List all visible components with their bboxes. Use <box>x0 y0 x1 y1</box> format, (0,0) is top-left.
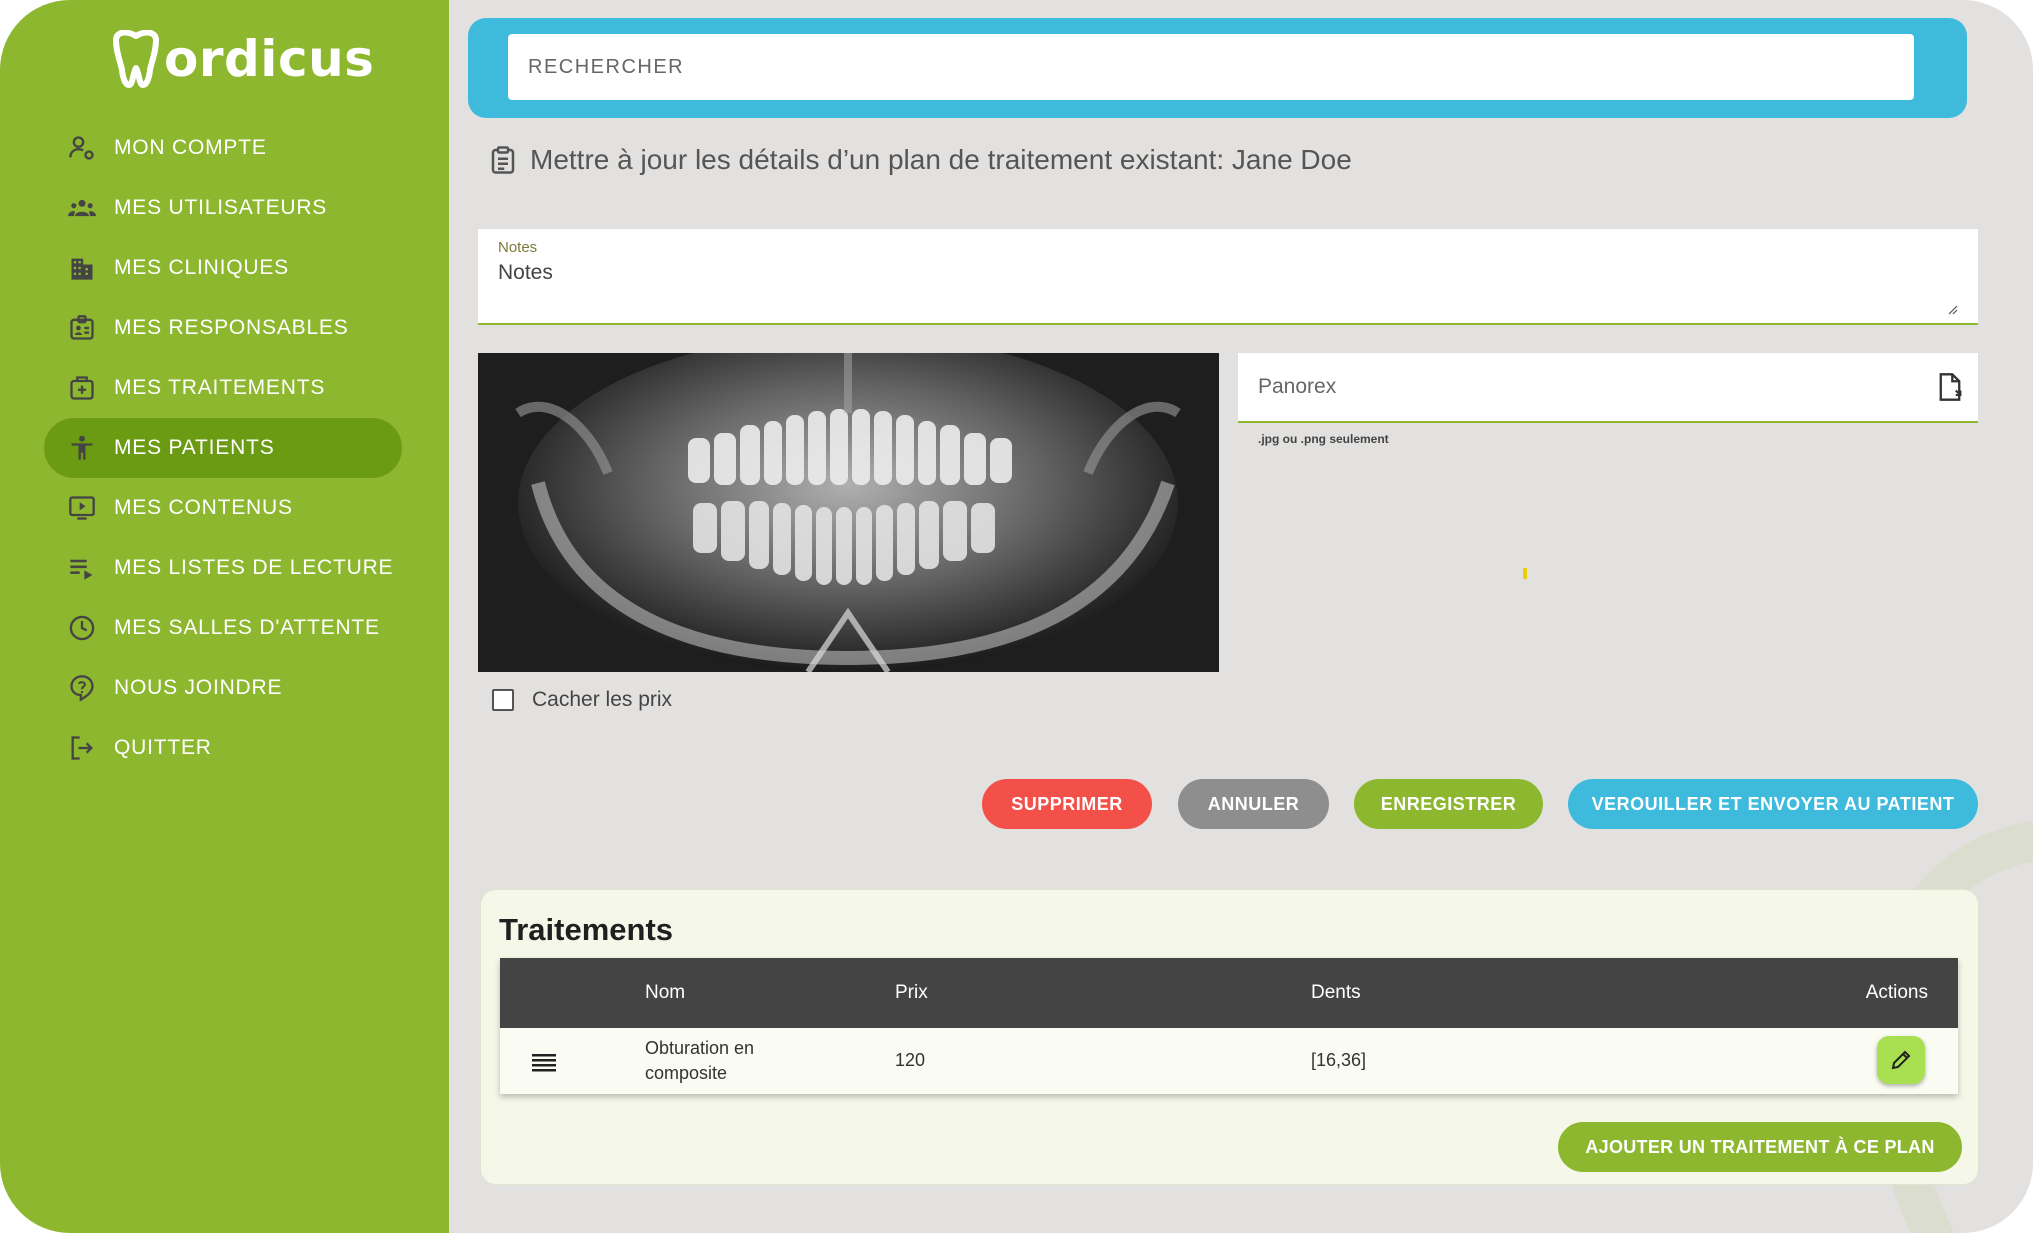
sidebar-item-mon-compte[interactable]: MON COMPTE <box>44 118 402 178</box>
tooth-logo-icon <box>113 30 159 88</box>
hide-prices-checkbox[interactable] <box>492 689 514 711</box>
search-input[interactable]: RECHERCHER <box>508 34 1914 100</box>
building-icon <box>62 253 102 283</box>
sidebar-item-label: NOUS JOINDRE <box>114 676 283 699</box>
sidebar-item-quitter[interactable]: QUITTER <box>44 718 402 778</box>
column-header-nom[interactable]: Nom <box>645 982 685 1004</box>
panorex-image <box>478 353 1219 672</box>
add-treatment-button[interactable]: AJOUTER UN TRAITEMENT À CE PLAN <box>1558 1122 1962 1172</box>
play-screen-icon <box>62 493 102 523</box>
logo-text: ordicus <box>164 30 375 88</box>
playlist-icon <box>62 553 102 583</box>
notes-value[interactable]: Notes <box>498 261 553 285</box>
file-hint: .jpg ou .png seulement <box>1258 432 1389 446</box>
sidebar-item-label: MES CONTENUS <box>114 496 293 519</box>
edit-button[interactable] <box>1877 1036 1925 1084</box>
sidebar-item-label: MES CLINIQUES <box>114 256 289 279</box>
treatments-table: Nom Prix Dents Actions Obturation en com… <box>500 958 1958 1094</box>
sidebar-item-mes-responsables[interactable]: MES RESPONSABLES <box>44 298 402 358</box>
pencil-icon <box>1891 1050 1911 1070</box>
sidebar-item-label: MON COMPTE <box>114 136 267 159</box>
app-frame: ordicus MON COMPTE MES UTILISATEURS MES … <box>0 0 2033 1233</box>
loading-indicator <box>1523 568 1527 579</box>
file-upload-icon[interactable] <box>1936 372 1964 402</box>
notes-label: Notes <box>498 239 538 256</box>
clipboard-icon <box>491 146 515 174</box>
table-row: Obturation en composite 120 [16,36] <box>500 1028 1958 1094</box>
person-icon <box>62 433 102 463</box>
sidebar-item-label: MES SALLES D'ATTENTE <box>114 616 380 639</box>
delete-button[interactable]: SUPPRIMER <box>982 779 1152 829</box>
search-bar: RECHERCHER <box>468 18 1967 118</box>
sidebar-item-mes-traitements[interactable]: MES TRAITEMENTS <box>44 358 402 418</box>
cell-price: 120 <box>895 1050 926 1070</box>
page-title-text: Mettre à jour les détails d’un plan de t… <box>530 144 1352 175</box>
sidebar: ordicus MON COMPTE MES UTILISATEURS MES … <box>0 0 449 1233</box>
logout-icon <box>62 733 102 763</box>
save-button[interactable]: ENREGISTRER <box>1354 779 1543 829</box>
cell-teeth: [16,36] <box>1311 1050 1367 1070</box>
sidebar-item-label: MES LISTES DE LECTURE <box>114 556 394 579</box>
help-bubble-icon <box>62 673 102 703</box>
sidebar-item-label: MES RESPONSABLES <box>114 316 349 339</box>
cancel-button[interactable]: ANNULER <box>1178 779 1329 829</box>
column-header-actions: Actions <box>1865 982 1928 1003</box>
sidebar-item-mes-utilisateurs[interactable]: MES UTILISATEURS <box>44 178 402 238</box>
resize-handle-icon[interactable] <box>1948 305 1958 315</box>
users-icon <box>62 193 102 223</box>
medical-bag-icon <box>62 373 102 403</box>
sidebar-item-mes-cliniques[interactable]: MES CLINIQUES <box>44 238 402 298</box>
hide-prices-label: Cacher les prix <box>532 688 673 711</box>
sidebar-item-mes-salles-d-attente[interactable]: MES SALLES D'ATTENTE <box>44 598 402 658</box>
treatments-title: Traitements <box>499 912 674 947</box>
clock-icon <box>62 613 102 643</box>
panorex-file-input[interactable]: Panorex <box>1238 353 1978 423</box>
sidebar-item-mes-contenus[interactable]: MES CONTENUS <box>44 478 402 538</box>
sidebar-item-label: QUITTER <box>114 736 212 759</box>
logo[interactable]: ordicus <box>108 28 374 90</box>
table-header: Nom Prix Dents Actions <box>500 958 1958 1028</box>
sidebar-item-label: MES TRAITEMENTS <box>114 376 326 399</box>
column-header-prix[interactable]: Prix <box>895 982 928 1004</box>
sidebar-item-nous-joindre[interactable]: NOUS JOINDRE <box>44 658 402 718</box>
page-title: Mettre à jour les détails d’un plan de t… <box>488 140 1352 180</box>
column-header-dents[interactable]: Dents <box>1311 982 1361 1004</box>
cell-name: Obturation en composite <box>645 1038 755 1083</box>
file-input-placeholder: Panorex <box>1258 375 1337 398</box>
hide-prices-option[interactable]: Cacher les prix <box>492 688 672 712</box>
notes-field[interactable]: Notes Notes <box>478 229 1978 325</box>
sidebar-item-mes-patients[interactable]: MES PATIENTS <box>44 418 402 478</box>
sidebar-item-label: MES UTILISATEURS <box>114 196 328 219</box>
account-settings-icon <box>62 133 102 163</box>
drag-handle-icon[interactable] <box>532 1052 556 1072</box>
sidebar-item-label: MES PATIENTS <box>114 436 275 459</box>
sidebar-item-mes-listes-de-lecture[interactable]: MES LISTES DE LECTURE <box>44 538 402 598</box>
badge-icon <box>62 313 102 343</box>
